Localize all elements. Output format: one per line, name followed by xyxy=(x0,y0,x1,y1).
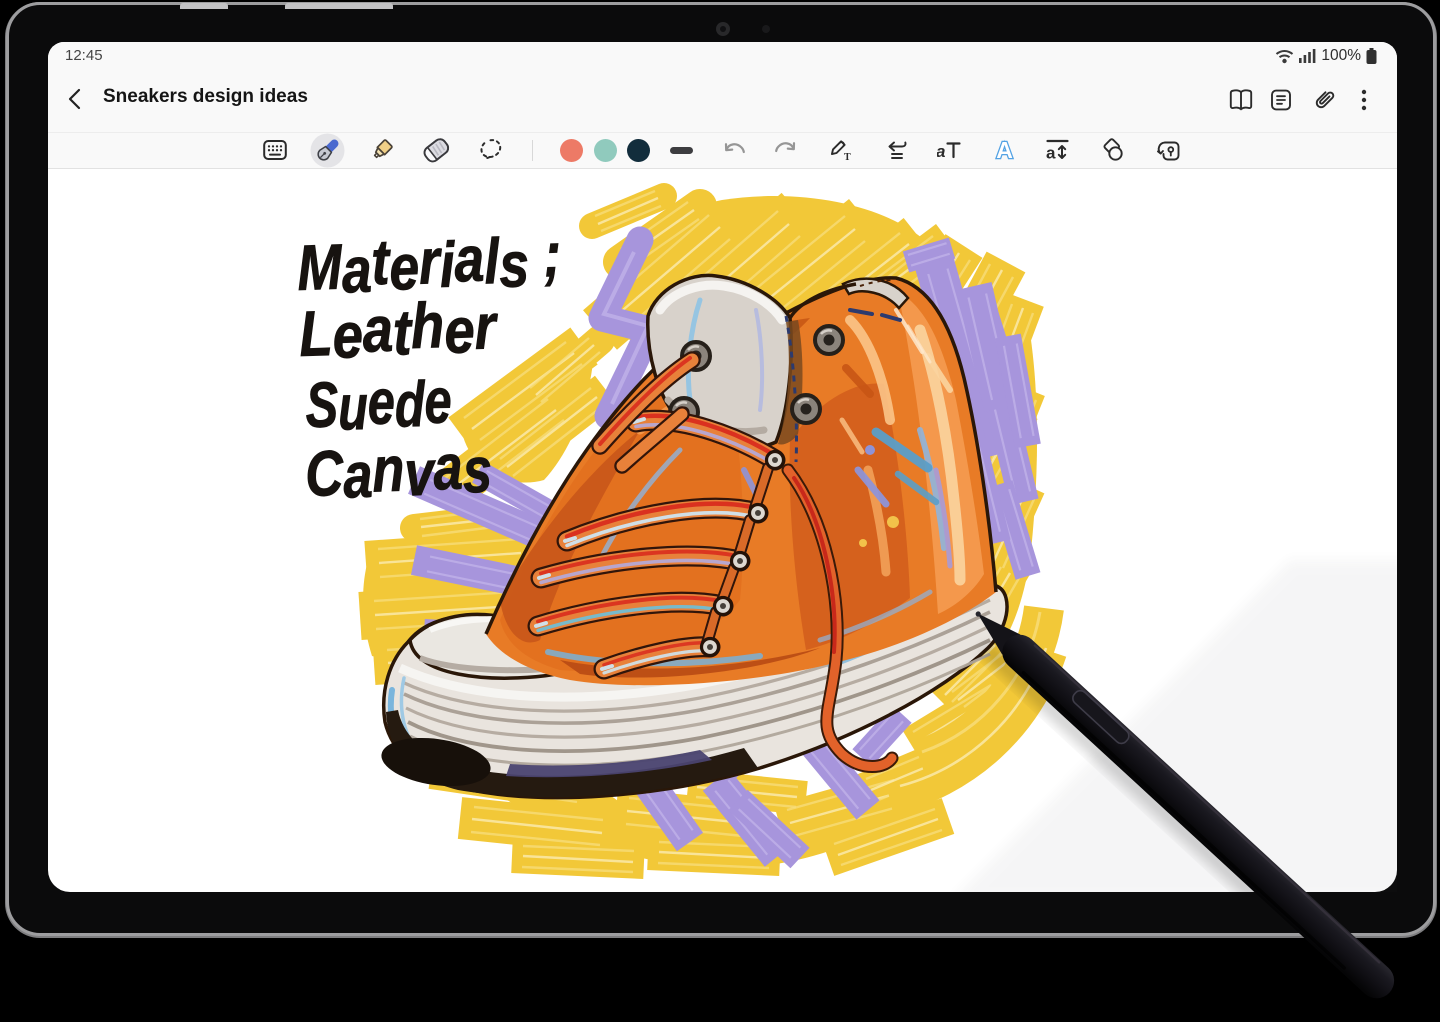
svg-text:Canvas: Canvas xyxy=(304,431,493,514)
svg-text:Suede: Suede xyxy=(305,366,452,444)
svg-text:Leather: Leather xyxy=(298,287,500,373)
